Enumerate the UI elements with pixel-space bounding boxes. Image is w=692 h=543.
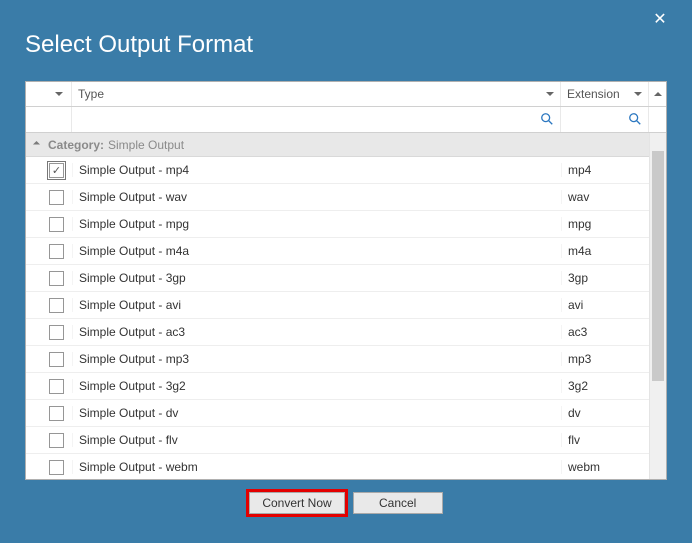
row-extension-cell: wav (561, 190, 649, 204)
filter-extension-cell (561, 107, 649, 132)
table-row[interactable]: Simple Output - ac3ac3 (26, 319, 649, 346)
row-type-cell: Simple Output - webm (72, 460, 561, 474)
row-extension-cell: mp4 (561, 163, 649, 177)
row-checkbox[interactable] (49, 298, 64, 313)
row-extension-cell: dv (561, 406, 649, 420)
row-extension-cell: m4a (561, 244, 649, 258)
row-checkbox-cell (26, 298, 72, 313)
table-row[interactable]: Simple Output - flvflv (26, 427, 649, 454)
dialog-window: ✕ Select Output Format Type Extension (3, 3, 689, 540)
dialog-title: Select Output Format (3, 3, 689, 71)
row-checkbox[interactable] (49, 244, 64, 259)
table-row[interactable]: Simple Output - webmwebm (26, 454, 649, 479)
row-checkbox[interactable] (49, 379, 64, 394)
row-type-cell: Simple Output - ac3 (72, 325, 561, 339)
row-type-cell: Simple Output - 3gp (72, 271, 561, 285)
row-checkbox-cell (26, 379, 72, 394)
table-row[interactable]: Simple Output - mp3mp3 (26, 346, 649, 373)
filter-type-input[interactable] (76, 110, 556, 130)
row-checkbox-cell (26, 406, 72, 421)
row-type-cell: Simple Output - mpg (72, 217, 561, 231)
table-row[interactable]: Simple Output - wavwav (26, 184, 649, 211)
filter-extension-input[interactable] (565, 110, 692, 130)
row-checkbox[interactable] (49, 217, 64, 232)
table-row[interactable]: Simple Output - m4am4a (26, 238, 649, 265)
chevron-down-icon (55, 92, 63, 96)
table-row[interactable]: Simple Output - aviavi (26, 292, 649, 319)
row-type-cell: Simple Output - mp4 (72, 163, 561, 177)
row-checkbox[interactable] (49, 325, 64, 340)
row-checkbox-cell (26, 190, 72, 205)
category-label: Category: (48, 138, 104, 152)
cancel-button[interactable]: Cancel (353, 492, 443, 514)
column-headers: Type Extension (26, 82, 666, 107)
row-type-cell: Simple Output - 3g2 (72, 379, 561, 393)
collapse-icon (33, 141, 40, 148)
filter-type-cell (72, 107, 561, 132)
row-extension-cell: webm (561, 460, 649, 474)
row-checkbox-cell (26, 325, 72, 340)
scroll-thumb[interactable] (652, 151, 664, 381)
scroll-down-icon[interactable] (650, 462, 666, 479)
chevron-down-icon (546, 92, 554, 96)
header-extension[interactable]: Extension (561, 82, 649, 106)
row-type-cell: Simple Output - flv (72, 433, 561, 447)
row-extension-cell: mp3 (561, 352, 649, 366)
row-extension-cell: 3gp (561, 271, 649, 285)
header-type-label: Type (78, 87, 104, 101)
category-value: Simple Output (108, 138, 184, 152)
chevron-down-icon (634, 92, 642, 96)
header-type[interactable]: Type (72, 82, 561, 106)
filter-checkbox-cell (26, 107, 72, 132)
scroll-up-icon[interactable] (650, 133, 666, 150)
row-checkbox[interactable] (49, 433, 64, 448)
row-checkbox-cell (26, 460, 72, 475)
row-extension-cell: avi (561, 298, 649, 312)
vertical-scrollbar[interactable] (649, 133, 666, 479)
header-scroll-gutter (649, 82, 666, 106)
row-checkbox[interactable] (49, 406, 64, 421)
row-extension-cell: ac3 (561, 325, 649, 339)
row-checkbox-cell (26, 352, 72, 367)
row-checkbox-cell (26, 271, 72, 286)
chevron-up-icon (654, 92, 662, 96)
row-checkbox[interactable] (49, 460, 64, 475)
row-checkbox[interactable] (49, 271, 64, 286)
row-type-cell: Simple Output - mp3 (72, 352, 561, 366)
row-checkbox-cell (26, 244, 72, 259)
table-row[interactable]: ✓ Simple Output - mp4mp4 (26, 157, 649, 184)
row-checkbox[interactable] (49, 190, 64, 205)
filter-scroll-gutter (649, 107, 666, 132)
row-type-cell: Simple Output - dv (72, 406, 561, 420)
table-row[interactable]: Simple Output - dvdv (26, 400, 649, 427)
row-extension-cell: 3g2 (561, 379, 649, 393)
row-checkbox-cell (26, 217, 72, 232)
row-checkbox-cell: ✓ (26, 163, 72, 178)
header-extension-label: Extension (567, 87, 620, 101)
category-row[interactable]: Category: Simple Output (26, 133, 649, 157)
table-row[interactable]: Simple Output - 3gp3gp (26, 265, 649, 292)
close-icon[interactable]: ✕ (649, 9, 671, 31)
table-row[interactable]: Simple Output - 3g23g2 (26, 373, 649, 400)
row-checkbox[interactable] (49, 352, 64, 367)
row-type-cell: Simple Output - wav (72, 190, 561, 204)
filter-row (26, 107, 666, 133)
grid-body: Category: Simple Output ✓ Simple Output -… (26, 133, 666, 479)
header-checkbox-col[interactable] (26, 82, 72, 106)
row-extension-cell: mpg (561, 217, 649, 231)
table-row[interactable]: Simple Output - mpgmpg (26, 211, 649, 238)
convert-now-button[interactable]: Convert Now (249, 492, 344, 514)
grid-panel: Type Extension (25, 81, 667, 480)
row-checkbox-cell (26, 433, 72, 448)
row-type-cell: Simple Output - avi (72, 298, 561, 312)
row-checkbox[interactable]: ✓ (49, 163, 64, 178)
dialog-footer: Convert Now Cancel (25, 492, 667, 526)
row-extension-cell: flv (561, 433, 649, 447)
row-type-cell: Simple Output - m4a (72, 244, 561, 258)
